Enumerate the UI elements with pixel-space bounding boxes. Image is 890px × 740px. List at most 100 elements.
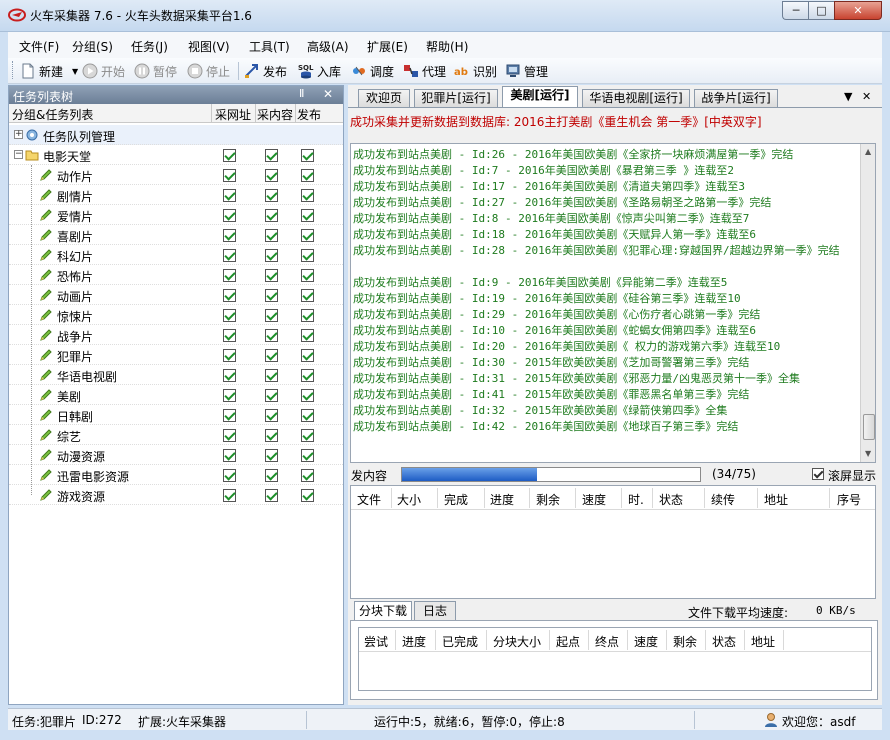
scroll-up-icon[interactable]: ▲ xyxy=(865,147,871,156)
column-divider[interactable] xyxy=(829,488,830,508)
checkbox-collect-url[interactable] xyxy=(223,189,236,202)
column-divider[interactable] xyxy=(484,488,485,508)
column-collect-url[interactable]: 采网址 xyxy=(215,106,251,123)
checkbox-collect-url[interactable] xyxy=(223,209,236,222)
column-divider[interactable] xyxy=(211,104,212,123)
checkbox-collect-content[interactable] xyxy=(265,349,278,362)
expand-icon[interactable]: + xyxy=(14,130,23,139)
tree-row-task[interactable]: 惊悚片 xyxy=(9,305,343,325)
column-divider[interactable] xyxy=(621,488,622,508)
col-index[interactable]: 序号 xyxy=(837,491,861,508)
checkbox-publish[interactable] xyxy=(301,389,314,402)
tree-row-task[interactable]: 剧情片 xyxy=(9,185,343,205)
checkbox-collect-content[interactable] xyxy=(265,249,278,262)
column-divider[interactable] xyxy=(437,488,438,508)
checkbox-collect-content[interactable] xyxy=(265,149,278,162)
column-divider[interactable] xyxy=(529,488,530,508)
tree-row-task[interactable]: 科幻片 xyxy=(9,245,343,265)
checkbox-collect-content[interactable] xyxy=(265,469,278,482)
start-button[interactable]: 开始 xyxy=(82,62,125,80)
col-done[interactable]: 完成 xyxy=(444,491,468,508)
checkbox-publish[interactable] xyxy=(301,189,314,202)
stop-button[interactable]: 停止 xyxy=(187,62,230,80)
checkbox-publish[interactable] xyxy=(301,469,314,482)
tab-log[interactable]: 日志 xyxy=(414,601,456,621)
checkbox-collect-content[interactable] xyxy=(265,389,278,402)
tree-row-task[interactable]: 华语电视剧 xyxy=(9,365,343,385)
maximize-button[interactable]: □ xyxy=(808,1,835,20)
tree-row-task[interactable]: 战争片 xyxy=(9,325,343,345)
tree-row-task[interactable]: 日韩剧 xyxy=(9,405,343,425)
col-attempt[interactable]: 尝试 xyxy=(364,633,388,650)
col-end[interactable]: 终点 xyxy=(595,633,619,650)
download-file-table[interactable]: 文件 大小 完成 进度 剩余 速度 时. 状态 续传 地址 序号 xyxy=(350,485,876,599)
menu-advanced[interactable]: 高级(A) xyxy=(307,38,349,55)
column-divider[interactable] xyxy=(295,104,296,123)
menu-tools[interactable]: 工具(T) xyxy=(249,38,290,55)
checkbox-collect-url[interactable] xyxy=(223,329,236,342)
checkbox-collect-url[interactable] xyxy=(223,249,236,262)
column-divider[interactable] xyxy=(744,630,745,650)
col-progress[interactable]: 进度 xyxy=(490,491,514,508)
tree-row-task[interactable]: 恐怖片 xyxy=(9,265,343,285)
tree-row-task[interactable]: 喜剧片 xyxy=(9,225,343,245)
col-size[interactable]: 大小 xyxy=(397,491,421,508)
tree-row-task[interactable]: 迅雷电影资源 xyxy=(9,465,343,485)
column-divider[interactable] xyxy=(705,630,706,650)
checkbox-collect-content[interactable] xyxy=(265,329,278,342)
col-chunk-size[interactable]: 分块大小 xyxy=(493,633,541,650)
tree-row-task[interactable]: 爱情片 xyxy=(9,205,343,225)
recognize-button[interactable]: ab 识别 xyxy=(454,62,497,80)
column-divider[interactable] xyxy=(391,488,392,508)
checkbox-collect-url[interactable] xyxy=(223,449,236,462)
checkbox-publish[interactable] xyxy=(301,249,314,262)
chevron-down-icon[interactable]: ▼ xyxy=(72,67,78,76)
column-divider[interactable] xyxy=(627,630,628,650)
checkbox-collect-content[interactable] xyxy=(265,369,278,382)
checkbox-publish[interactable] xyxy=(301,409,314,422)
column-divider[interactable] xyxy=(588,630,589,650)
chunk-table[interactable]: 尝试 进度 已完成 分块大小 起点 终点 速度 剩余 状态 地址 xyxy=(358,627,872,691)
col-start[interactable]: 起点 xyxy=(556,633,580,650)
column-task-list[interactable]: 分组&任务列表 xyxy=(12,106,93,123)
tree-row-task[interactable]: 动漫资源 xyxy=(9,445,343,465)
checkbox-collect-url[interactable] xyxy=(223,469,236,482)
checkbox-collect-url[interactable] xyxy=(223,309,236,322)
tab-chunk-download[interactable]: 分块下载 xyxy=(354,601,412,621)
menu-view[interactable]: 视图(V) xyxy=(188,38,230,55)
checkbox-collect-url[interactable] xyxy=(223,429,236,442)
checkbox-collect-content[interactable] xyxy=(265,209,278,222)
column-divider[interactable] xyxy=(486,630,487,650)
checkbox-publish[interactable] xyxy=(301,449,314,462)
menu-file[interactable]: 文件(F) xyxy=(19,38,59,55)
column-divider[interactable] xyxy=(704,488,705,508)
manage-button[interactable]: 管理 xyxy=(505,62,548,80)
checkbox-publish[interactable] xyxy=(301,429,314,442)
collapse-icon[interactable]: − xyxy=(14,150,23,159)
proxy-button[interactable]: 代理 xyxy=(403,62,446,80)
column-collect-content[interactable]: 采内容 xyxy=(257,106,293,123)
column-divider[interactable] xyxy=(757,488,758,508)
col-resume[interactable]: 续传 xyxy=(711,491,735,508)
column-divider[interactable] xyxy=(549,630,550,650)
schedule-button[interactable]: 调度 xyxy=(351,62,394,80)
publish-log[interactable]: 成功发布到站点美剧 - Id:26 - 2016年美国欧美剧《全家挤一块麻烦满屋… xyxy=(350,143,876,463)
tree-row-task[interactable]: 综艺 xyxy=(9,425,343,445)
checkbox-collect-url[interactable] xyxy=(223,409,236,422)
col-speed[interactable]: 速度 xyxy=(634,633,658,650)
checkbox-publish[interactable] xyxy=(301,489,314,502)
log-scrollbar[interactable]: ▲ ▼ xyxy=(860,144,875,462)
checkbox-collect-content[interactable] xyxy=(265,309,278,322)
column-divider[interactable] xyxy=(435,630,436,650)
pause-button[interactable]: 暂停 xyxy=(134,62,177,80)
col-remaining[interactable]: 剩余 xyxy=(536,491,560,508)
checkbox-publish[interactable] xyxy=(301,349,314,362)
column-publish[interactable]: 发布 xyxy=(297,106,321,123)
autoscroll-checkbox[interactable] xyxy=(812,468,824,480)
menu-group[interactable]: 分组(S) xyxy=(72,38,113,55)
checkbox-collect-url[interactable] xyxy=(223,369,236,382)
tab-chinese-tv[interactable]: 华语电视剧[运行] xyxy=(582,89,690,107)
checkbox-collect-content[interactable] xyxy=(265,189,278,202)
tree-row-task[interactable]: 动作片 xyxy=(9,165,343,185)
close-panel-icon[interactable]: ✕ xyxy=(323,87,333,101)
